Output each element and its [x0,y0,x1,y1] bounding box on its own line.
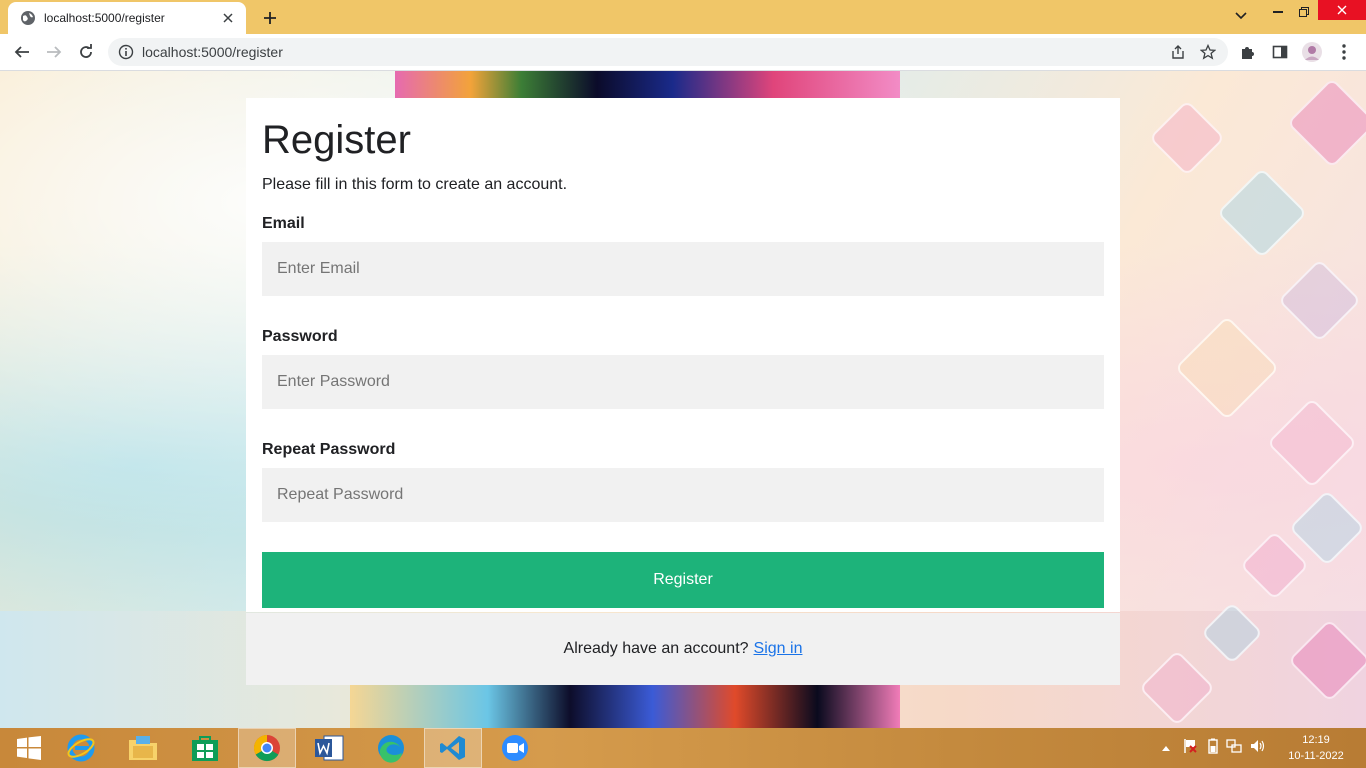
decorative-diamond [1148,99,1226,177]
clock-time: 12:19 [1302,734,1330,746]
site-info-icon[interactable] [118,44,134,60]
windows-taskbar: 12:19 10-11-2022 [0,728,1366,768]
repeat-password-field[interactable] [262,468,1104,522]
network-warning-flag-icon[interactable] [1182,738,1198,759]
form-subtitle: Please fill in this form to create an ac… [262,176,568,193]
signin-prompt: Already have an account? [563,640,749,657]
store-icon[interactable] [176,728,234,768]
decorative-diamond [1239,530,1310,601]
vscode-icon[interactable] [424,728,482,768]
chrome-icon[interactable] [238,728,296,768]
volume-icon[interactable] [1250,738,1266,759]
decorative-diamond [1286,77,1366,169]
email-field[interactable] [262,242,1104,296]
reload-icon[interactable] [74,40,98,64]
url-text: localhost:5000/register [142,44,283,60]
taskbar-clock[interactable]: 12:19 10-11-2022 [1282,732,1350,764]
forward-arrow-icon[interactable] [42,40,66,64]
tab-search-chevron-down-icon[interactable] [1228,4,1254,28]
decorative-diamond [1277,258,1362,343]
decorative-diamond [1288,489,1366,567]
address-bar[interactable]: localhost:5000/register [108,38,1228,66]
file-explorer-folder-icon[interactable] [114,728,172,768]
page-title: Register [262,118,411,162]
extensions-puzzle-icon[interactable] [1238,42,1258,62]
system-tray [1158,728,1266,768]
new-tab-icon[interactable] [258,6,282,30]
register-form: Register Please fill in this form to cre… [246,98,1120,612]
decorative-diamond [1266,397,1358,489]
show-hidden-icons-chevron-up-icon[interactable] [1158,745,1174,751]
battery-icon[interactable] [1208,738,1218,759]
email-label: Email [262,215,305,232]
password-label: Password [262,328,338,345]
decorative-diamond [1174,315,1280,421]
profile-avatar[interactable] [1302,42,1322,62]
browser-tabstrip: localhost:5000/register [0,0,1366,34]
browser-tab[interactable]: localhost:5000/register [8,2,246,34]
minimize-icon[interactable] [1266,0,1290,24]
close-window-icon[interactable] [1318,0,1366,20]
decorative-image-strip [350,685,900,728]
start-windows-icon[interactable] [0,728,58,768]
decorative-image-strip [395,71,900,98]
menu-kebab-icon[interactable] [1334,42,1354,62]
share-icon[interactable] [1170,44,1186,60]
restore-icon[interactable] [1292,0,1316,24]
zoom-icon[interactable] [486,728,544,768]
decorative-diamond [1216,167,1308,259]
password-field[interactable] [262,355,1104,409]
repeat-password-label: Repeat Password [262,441,396,458]
clock-date: 10-11-2022 [1288,750,1344,762]
tab-title: localhost:5000/register [44,11,165,25]
close-tab-icon[interactable] [216,6,240,30]
side-panel-icon[interactable] [1270,42,1290,62]
edge-icon[interactable] [362,728,420,768]
register-button[interactable]: Register [262,552,1104,608]
signin-section: Already have an account? Sign in [246,613,1120,685]
globe-icon [21,11,35,25]
page-background: Register Please fill in this form to cre… [0,71,1366,728]
network-icon[interactable] [1226,738,1242,759]
back-arrow-icon[interactable] [10,40,34,64]
browser-toolbar: localhost:5000/register [0,34,1366,71]
bookmark-star-icon[interactable] [1200,44,1216,60]
word-icon[interactable] [300,728,358,768]
signin-link[interactable]: Sign in [754,640,803,658]
internet-explorer-icon[interactable] [52,728,110,768]
